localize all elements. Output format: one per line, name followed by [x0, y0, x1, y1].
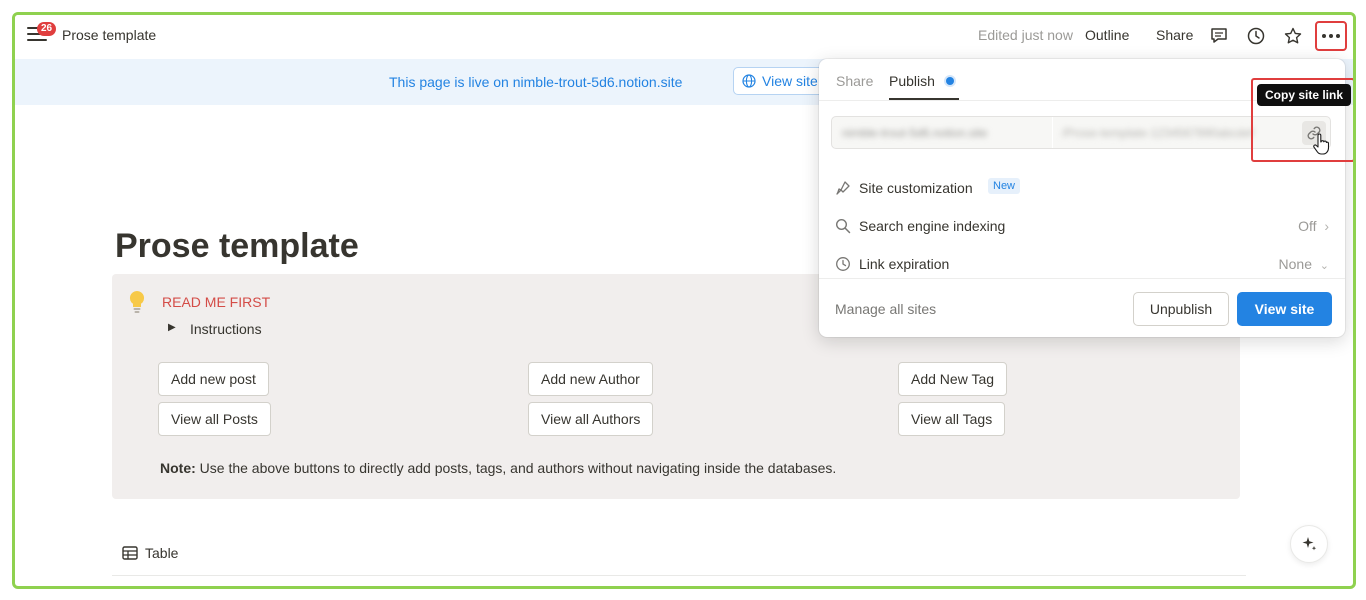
site-path-blurred: /Prose-template-1234567890abcdef	[1062, 126, 1254, 140]
link-expiration-value: None ⌄	[1278, 256, 1329, 272]
add-post-button[interactable]: Add new post	[158, 362, 269, 396]
ai-assistant-button[interactable]	[1290, 525, 1328, 563]
table-icon	[122, 546, 138, 560]
note-label: Note:	[160, 460, 196, 476]
new-badge: New	[988, 178, 1021, 194]
page-title[interactable]: Prose template	[115, 227, 359, 266]
link-expiration-row[interactable]: Link expiration None ⌄	[835, 254, 1329, 276]
lightbulb-icon	[129, 290, 145, 313]
clock-icon	[836, 257, 850, 271]
toggle-triangle-icon[interactable]: ▶	[168, 322, 176, 333]
share-button[interactable]: Share	[1156, 27, 1193, 43]
view-site-button[interactable]: View site	[1237, 292, 1332, 326]
banner-view-site-button[interactable]: View site	[733, 67, 829, 95]
star-icon[interactable]	[1283, 26, 1303, 46]
popover-divider	[819, 278, 1345, 279]
note-text: Use the above buttons to directly add po…	[195, 460, 837, 476]
table-label: Table	[145, 545, 179, 561]
copy-link-tooltip: Copy site link	[1257, 84, 1352, 106]
breadcrumb-page-title[interactable]: Prose template	[62, 27, 156, 43]
view-posts-button[interactable]: View all Posts	[158, 402, 271, 436]
banner-live-text: This page is live on nimble-trout-5d6.no…	[389, 74, 683, 90]
search-indexing-row[interactable]: Search engine indexing Off ›	[835, 216, 1329, 238]
table-view-tab[interactable]: Table	[122, 545, 178, 561]
site-domain-blurred: nimble-trout-5d6.notion.site	[842, 126, 988, 140]
outline-button[interactable]: Outline	[1085, 27, 1129, 43]
banner-view-site-label: View site	[762, 73, 818, 89]
add-author-button[interactable]: Add new Author	[528, 362, 653, 396]
tab-publish[interactable]: Publish	[889, 73, 935, 89]
chevron-right-icon: ›	[1324, 218, 1329, 234]
instructions-toggle[interactable]: Instructions	[190, 321, 262, 337]
edited-status: Edited just now	[978, 27, 1073, 43]
brush-icon	[836, 181, 850, 195]
comment-icon[interactable]	[1209, 26, 1229, 46]
divider	[112, 575, 1246, 576]
more-options-button[interactable]	[1315, 21, 1347, 51]
callout-note: Note: Use the above buttons to directly …	[160, 460, 836, 476]
chevron-down-icon: ⌄	[1319, 260, 1329, 272]
sparkle-icon	[1302, 537, 1317, 551]
hand-cursor-icon	[1313, 133, 1329, 155]
url-separator	[1052, 117, 1053, 148]
history-icon[interactable]	[1246, 26, 1266, 46]
site-url-field[interactable]: nimble-trout-5d6.notion.site /Prose-temp…	[831, 116, 1331, 149]
manage-sites-link[interactable]: Manage all sites	[835, 301, 936, 317]
unpublish-button[interactable]: Unpublish	[1133, 292, 1229, 326]
site-customization-label: Site customization	[859, 180, 973, 196]
view-authors-button[interactable]: View all Authors	[528, 402, 654, 436]
published-status-dot	[946, 77, 954, 85]
search-indexing-value: Off ›	[1298, 218, 1329, 234]
view-tags-button[interactable]: View all Tags	[898, 402, 1006, 436]
add-tag-button[interactable]: Add New Tag	[898, 362, 1008, 396]
notification-badge: 26	[37, 22, 57, 36]
site-customization-row[interactable]: Site customization New	[835, 178, 1329, 200]
search-indexing-label: Search engine indexing	[859, 218, 1006, 234]
search-icon	[835, 218, 851, 234]
link-expiration-label: Link expiration	[859, 256, 950, 272]
top-bar: 26 Prose template Edited just now Outlin…	[15, 15, 1353, 59]
tab-share[interactable]: Share	[836, 73, 873, 89]
callout-heading: READ ME FIRST	[162, 294, 271, 310]
app-window: 26 Prose template Edited just now Outlin…	[12, 12, 1356, 589]
globe-icon	[742, 74, 756, 88]
